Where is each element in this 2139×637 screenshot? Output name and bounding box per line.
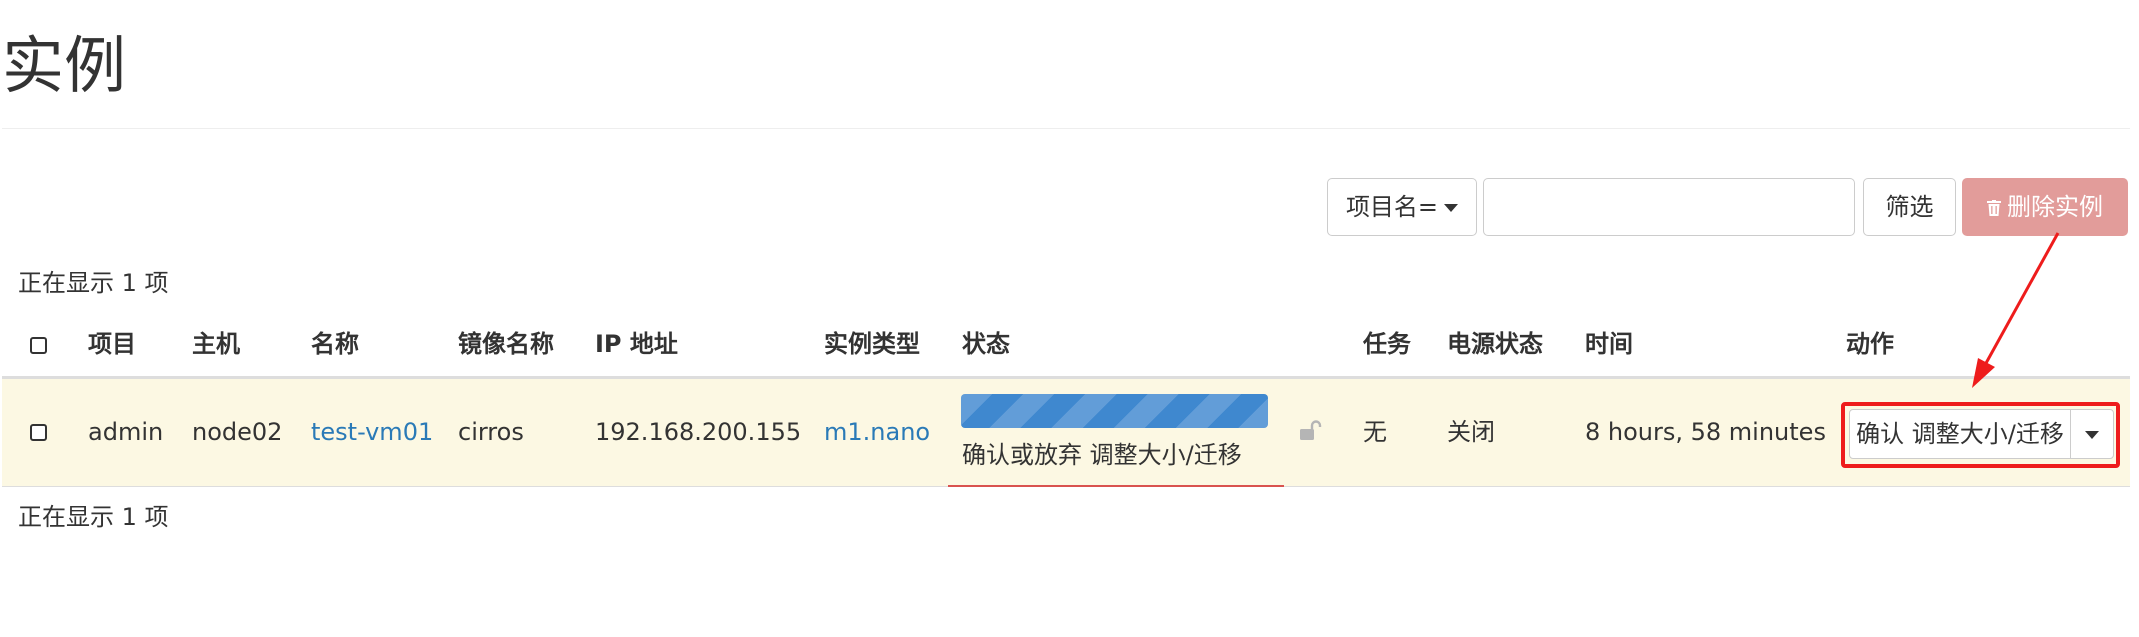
annotation-highlight-box — [1841, 402, 2120, 468]
flavor-link[interactable]: m1.nano — [824, 417, 930, 447]
unlock-icon — [1300, 420, 1322, 440]
column-header-ip-address[interactable]: IP 地址 — [595, 329, 678, 359]
filter-field-dropdown[interactable]: 项目名= — [1327, 178, 1477, 236]
status-progress-fill — [961, 394, 1268, 428]
cell-time: 8 hours, 58 minutes — [1585, 418, 1826, 446]
column-header-project[interactable]: 项目 — [88, 329, 136, 359]
cell-status: 确认或放弃 调整大小/迁移 — [962, 441, 1242, 469]
column-header-name[interactable]: 名称 — [311, 329, 359, 359]
title-divider — [2, 128, 2130, 129]
cell-power-state: 关闭 — [1447, 418, 1495, 446]
cell-ip-address: 192.168.200.155 — [595, 418, 802, 446]
filter-button[interactable]: 筛选 — [1863, 178, 1956, 236]
column-header-status[interactable]: 状态 — [962, 329, 1010, 359]
filter-search-input[interactable] — [1483, 178, 1855, 236]
column-header-flavor[interactable]: 实例类型 — [824, 329, 920, 359]
instance-name-link[interactable]: test-vm01 — [311, 417, 433, 447]
cell-image-name: cirros — [458, 418, 524, 446]
row-select-checkbox[interactable] — [30, 424, 47, 441]
column-header-task[interactable]: 任务 — [1363, 329, 1411, 359]
status-progress-bar — [961, 394, 1268, 428]
item-count-top: 正在显示 1 项 — [18, 269, 169, 297]
column-header-power-state[interactable]: 电源状态 — [1447, 329, 1543, 359]
column-header-actions: 动作 — [1846, 330, 1894, 358]
cell-project: admin — [88, 418, 164, 446]
item-count-bottom: 正在显示 1 项 — [18, 503, 169, 531]
status-underline — [948, 485, 1284, 487]
cell-task: 无 — [1363, 418, 1387, 446]
delete-instances-button[interactable]: 删除实例 — [1962, 178, 2128, 236]
caret-down-icon — [1444, 204, 1459, 212]
column-header-host[interactable]: 主机 — [192, 329, 240, 359]
delete-instances-label: 删除实例 — [2007, 193, 2103, 221]
select-all-checkbox[interactable] — [30, 337, 47, 354]
cell-host: node02 — [192, 418, 283, 446]
column-header-time[interactable]: 时间 — [1585, 329, 1633, 359]
page-title: 实例 — [2, 29, 127, 102]
annotation-arrow — [1972, 232, 2060, 388]
filter-field-label: 项目名= — [1345, 193, 1439, 221]
trash-icon — [1987, 200, 2001, 216]
column-header-image-name[interactable]: 镜像名称 — [458, 329, 554, 359]
